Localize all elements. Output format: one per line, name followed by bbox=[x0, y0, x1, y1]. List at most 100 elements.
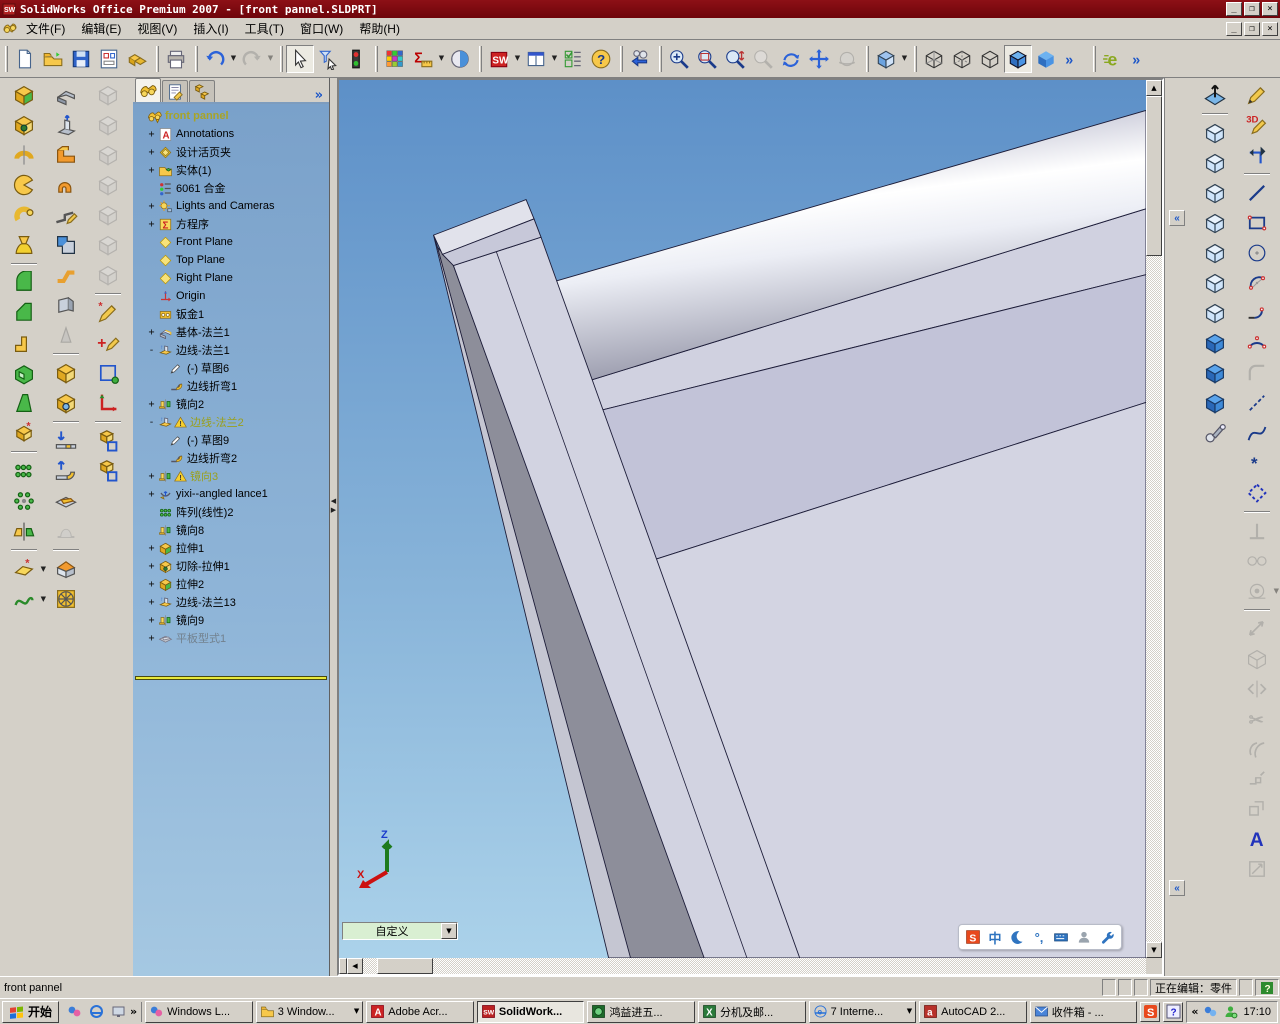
shaded-iso-view-button[interactable] bbox=[1200, 388, 1230, 418]
isolate-body-1-button[interactable] bbox=[93, 426, 123, 456]
toolbar-overflow-button[interactable]: » bbox=[1060, 45, 1088, 73]
curves-dropdown-icon[interactable]: ▼ bbox=[41, 596, 46, 603]
unfold-button[interactable] bbox=[51, 426, 81, 456]
featuremanager-tab[interactable] bbox=[135, 78, 161, 102]
scroll-up-icon[interactable]: ▲ bbox=[1146, 80, 1162, 96]
tree-expander-icon[interactable]: + bbox=[146, 615, 157, 626]
tree-item-10[interactable]: Origin bbox=[133, 287, 329, 305]
horizontal-scrollbar[interactable]: ◀ bbox=[339, 958, 1146, 974]
tree-item-13[interactable]: - ↑ 边线-法兰1 bbox=[133, 341, 329, 359]
fillet-button[interactable] bbox=[9, 268, 39, 298]
task-dropdown-icon[interactable]: ▼ bbox=[354, 1008, 359, 1015]
standard-views-dropdown-icon[interactable]: ▼ bbox=[900, 45, 909, 73]
toolbar-grip[interactable] bbox=[479, 45, 482, 72]
tree-item-8[interactable]: Top Plane bbox=[133, 251, 329, 269]
print-button[interactable] bbox=[162, 45, 190, 73]
extruded-boss-button[interactable] bbox=[9, 80, 39, 110]
3-point-arc-button[interactable] bbox=[1242, 328, 1272, 358]
task-button-3[interactable]: SW SolidWork... bbox=[476, 1000, 585, 1023]
menu-item-1[interactable]: 编辑(E) bbox=[73, 19, 129, 39]
model-3d[interactable] bbox=[339, 80, 1146, 958]
edrawings-button[interactable]: e bbox=[1099, 45, 1127, 73]
menu-item-3[interactable]: 插入(I) bbox=[185, 19, 236, 39]
zoom-to-area-button[interactable] bbox=[693, 45, 721, 73]
toolbar-grip[interactable] bbox=[280, 45, 283, 72]
tree-expander-icon[interactable]: + bbox=[146, 579, 157, 590]
model-canvas[interactable]: Z X 自定义 ▼ S 中 °, bbox=[339, 80, 1146, 958]
tree-expander-icon[interactable]: + bbox=[146, 471, 157, 482]
task-button-1[interactable]: 3 Window... ▼ bbox=[255, 1000, 364, 1023]
shell-button[interactable] bbox=[9, 358, 39, 388]
tree-item-17[interactable]: - ↑! 边线-法兰2 bbox=[133, 413, 329, 431]
tree-item-4[interactable]: 6061 合金 bbox=[133, 179, 329, 197]
collapse-left-icon[interactable]: « bbox=[1169, 210, 1185, 226]
shaded-with-edges-button[interactable] bbox=[1004, 44, 1032, 73]
sketch-button[interactable] bbox=[1242, 80, 1272, 110]
sketch-text-button[interactable]: A bbox=[1242, 824, 1272, 854]
quicklaunch-ie-icon[interactable] bbox=[86, 1002, 106, 1022]
rotate-view-button[interactable] bbox=[777, 45, 805, 73]
menu-item-4[interactable]: 工具(T) bbox=[237, 19, 292, 39]
draft-button[interactable] bbox=[9, 388, 39, 418]
tree-expander-icon[interactable]: + bbox=[146, 219, 157, 230]
tree-expander-icon[interactable]: + bbox=[146, 129, 157, 140]
scroll-down-icon[interactable]: ▼ bbox=[1146, 942, 1162, 958]
tree-item-12[interactable]: + 基体-法兰1 bbox=[133, 323, 329, 341]
modify-sketch-rotate-button[interactable] bbox=[1242, 140, 1272, 170]
tree-expander-icon[interactable]: + bbox=[146, 165, 157, 176]
undo-dropdown-icon[interactable]: ▼ bbox=[229, 45, 238, 73]
tree-expander-icon[interactable]: + bbox=[146, 561, 157, 572]
color-swatches-button[interactable] bbox=[381, 45, 409, 73]
options-button[interactable] bbox=[559, 45, 587, 73]
split-window-button[interactable] bbox=[522, 45, 550, 73]
tree-expander-icon[interactable]: + bbox=[146, 201, 157, 212]
tree-item-29[interactable]: + 平板型式1 bbox=[133, 629, 329, 647]
left-view-button[interactable] bbox=[1200, 178, 1230, 208]
back-view-button[interactable] bbox=[1200, 148, 1230, 178]
pan-button[interactable] bbox=[805, 45, 833, 73]
mirror-feature-button[interactable] bbox=[9, 516, 39, 546]
centerpoint-arc-button[interactable] bbox=[1242, 268, 1272, 298]
doc-restore-button[interactable]: ❐ bbox=[1244, 21, 1260, 36]
view-orientation-combo[interactable]: 自定义 ▼ bbox=[342, 922, 458, 940]
task-button-6[interactable]: e 7 Interne... ▼ bbox=[808, 1000, 917, 1023]
tree-item-1[interactable]: + A Annotations bbox=[133, 125, 329, 143]
task-dropdown-icon[interactable]: ▼ bbox=[907, 1008, 912, 1015]
extruded-cut-button[interactable] bbox=[9, 110, 39, 140]
menu-item-6[interactable]: 帮助(H) bbox=[351, 19, 408, 39]
tray-chevron-icon[interactable]: « bbox=[1191, 1006, 1198, 1017]
break-corner-button[interactable] bbox=[51, 290, 81, 320]
restore-button[interactable]: ❐ bbox=[1244, 2, 1260, 16]
tree-item-3[interactable]: + 实体(1) bbox=[133, 161, 329, 179]
tree-item-9[interactable]: Right Plane bbox=[133, 269, 329, 287]
tree-item-0[interactable]: front pannel bbox=[133, 107, 329, 125]
save-button[interactable] bbox=[67, 45, 95, 73]
centerline-button[interactable] bbox=[1242, 388, 1272, 418]
task-button-2[interactable]: A Adobe Acr... bbox=[366, 1000, 474, 1023]
toolbar-grip[interactable] bbox=[375, 45, 378, 72]
quicklaunch-msn-icon[interactable] bbox=[64, 1002, 84, 1022]
tree-item-20[interactable]: +! 镜向3 bbox=[133, 467, 329, 485]
fold-button[interactable] bbox=[51, 456, 81, 486]
wireframe-button[interactable] bbox=[920, 45, 948, 73]
tree-expander-icon[interactable]: + bbox=[146, 147, 157, 158]
panel-splitter[interactable]: ◀ ▶ bbox=[330, 78, 337, 976]
hscroll-split-box[interactable] bbox=[339, 958, 347, 974]
bottom-view-button[interactable] bbox=[1200, 268, 1230, 298]
shaded-button[interactable] bbox=[1032, 45, 1060, 73]
closed-corner-button[interactable] bbox=[51, 230, 81, 260]
tree-item-19[interactable]: 边线折弯2 bbox=[133, 449, 329, 467]
dimetric-view-button[interactable] bbox=[1200, 358, 1230, 388]
close-button[interactable]: × bbox=[1262, 2, 1278, 16]
previous-view-button[interactable] bbox=[626, 45, 654, 73]
trimetric-view-button[interactable] bbox=[1200, 328, 1230, 358]
normal-to-button[interactable] bbox=[1200, 80, 1230, 110]
task-button-5[interactable]: X 分机及邮... bbox=[698, 1000, 806, 1023]
sheetmetal-cut-button[interactable] bbox=[51, 358, 81, 388]
simple-hole-button[interactable] bbox=[51, 388, 81, 418]
toolbar-grip[interactable] bbox=[195, 45, 198, 72]
tree-expander-icon[interactable]: + bbox=[146, 399, 157, 410]
measure-button[interactable]: Σ bbox=[409, 45, 437, 73]
configurationmanager-tab[interactable] bbox=[189, 80, 215, 102]
revolved-cut-button[interactable] bbox=[9, 170, 39, 200]
